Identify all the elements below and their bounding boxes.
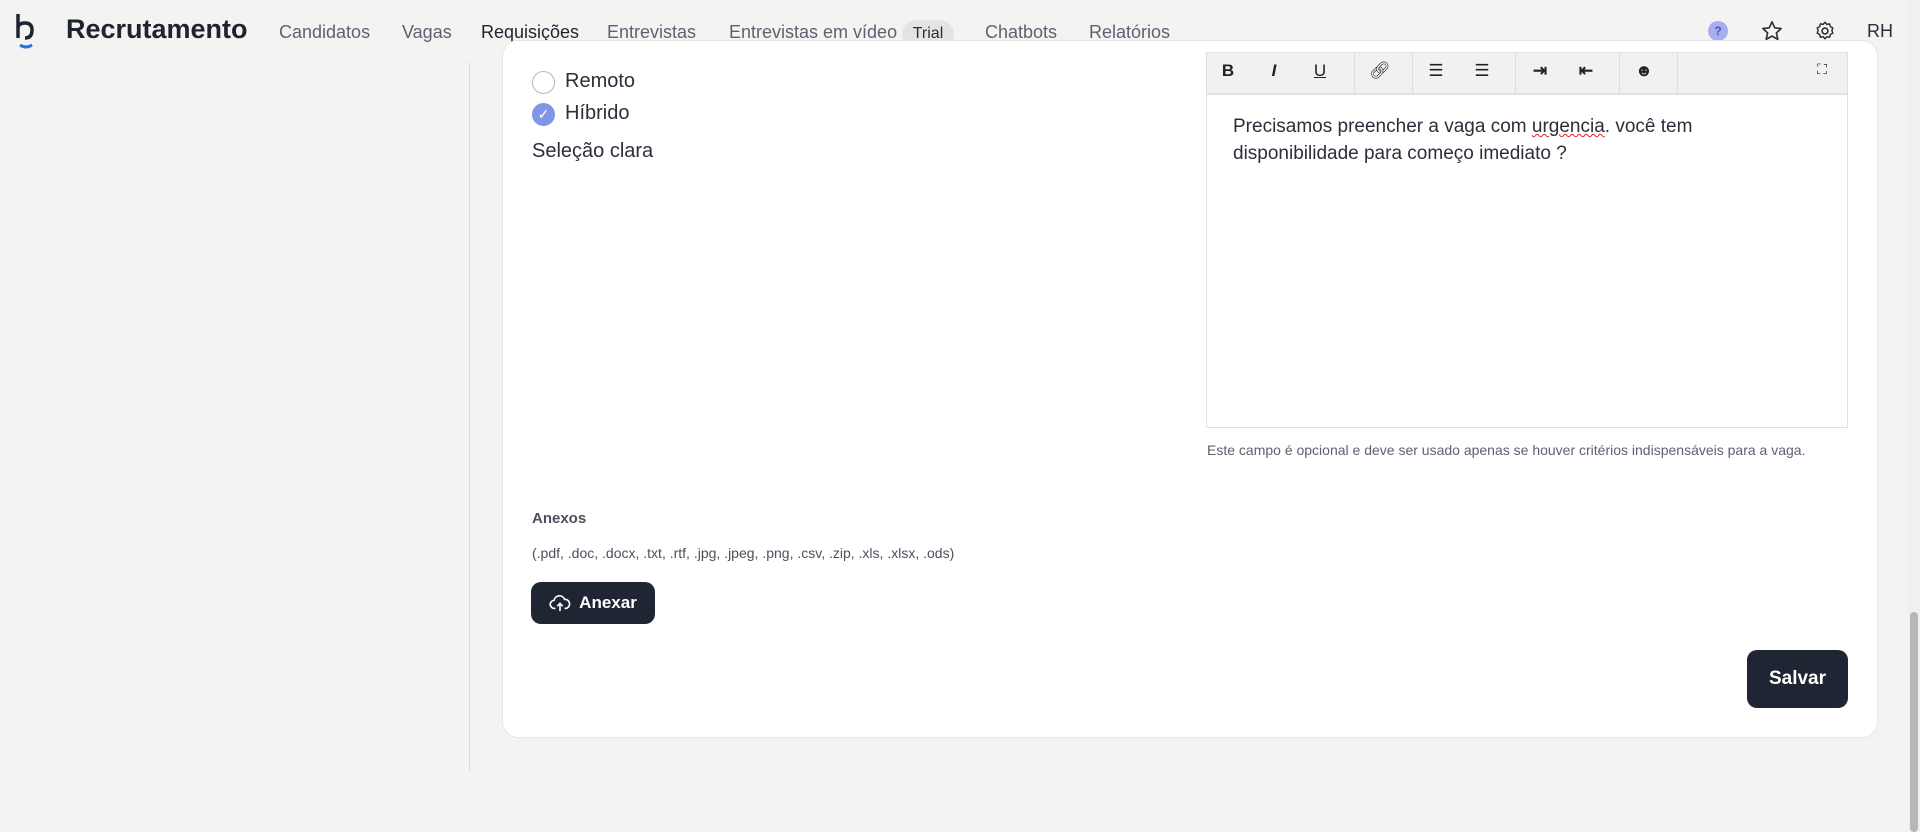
nav-vagas[interactable]: Vagas: [402, 22, 452, 43]
bold-button[interactable]: B: [1215, 61, 1241, 81]
numbered-list-icon[interactable]: ☰: [1469, 61, 1495, 81]
selection-text: Seleção clara: [532, 140, 654, 162]
radio-hibrido[interactable]: ✓: [532, 103, 555, 126]
attach-button-label: Anexar: [579, 593, 637, 612]
save-button[interactable]: Salvar: [1747, 650, 1848, 708]
rich-text-editor: B I U 🔗︎ ☰ ☰ ⇥ ⇤ ☻ ⛶ Precisamos preenche…: [1206, 52, 1848, 428]
attachments-label: Anexos: [532, 510, 587, 527]
fullscreen-icon[interactable]: ⛶: [1809, 61, 1835, 78]
misspelled-word: urgencia: [1531, 116, 1605, 137]
outdent-icon[interactable]: ⇤: [1573, 61, 1599, 81]
emoji-icon[interactable]: ☻: [1631, 61, 1657, 81]
nav-candidatos[interactable]: Candidatos: [279, 22, 370, 43]
indent-icon[interactable]: ⇥: [1527, 61, 1553, 81]
sidebar-divider: [469, 62, 470, 771]
cloud-upload-icon: [549, 595, 571, 612]
italic-button[interactable]: I: [1261, 61, 1287, 81]
editor-hint: Este campo é opcional e deve ser usado a…: [1207, 442, 1806, 458]
scrollbar-thumb[interactable]: [1910, 612, 1918, 832]
check-icon: ✓: [537, 106, 550, 122]
help-icon[interactable]: ?: [1708, 21, 1728, 41]
app-title: Recrutamento: [66, 14, 248, 44]
radio-label-hibrido[interactable]: Híbrido: [565, 102, 629, 125]
attachments-formats: (.pdf, .doc, .docx, .txt, .rtf, .jpg, .j…: [532, 545, 955, 561]
editor-toolbar: B I U 🔗︎ ☰ ☰ ⇥ ⇤ ☻ ⛶: [1207, 53, 1847, 95]
radio-label-remoto[interactable]: Remoto: [565, 70, 635, 93]
bullet-list-icon[interactable]: ☰: [1423, 61, 1449, 81]
editor-content[interactable]: Precisamos preencher a vaga com urgencia…: [1207, 95, 1847, 185]
logo-icon[interactable]: [14, 12, 44, 50]
radio-remoto[interactable]: [532, 71, 555, 94]
editor-text: Precisamos preencher a vaga com: [1233, 116, 1532, 137]
underline-button[interactable]: U: [1307, 61, 1333, 81]
attach-button[interactable]: Anexar: [531, 582, 655, 624]
link-icon[interactable]: 🔗︎: [1367, 61, 1393, 81]
